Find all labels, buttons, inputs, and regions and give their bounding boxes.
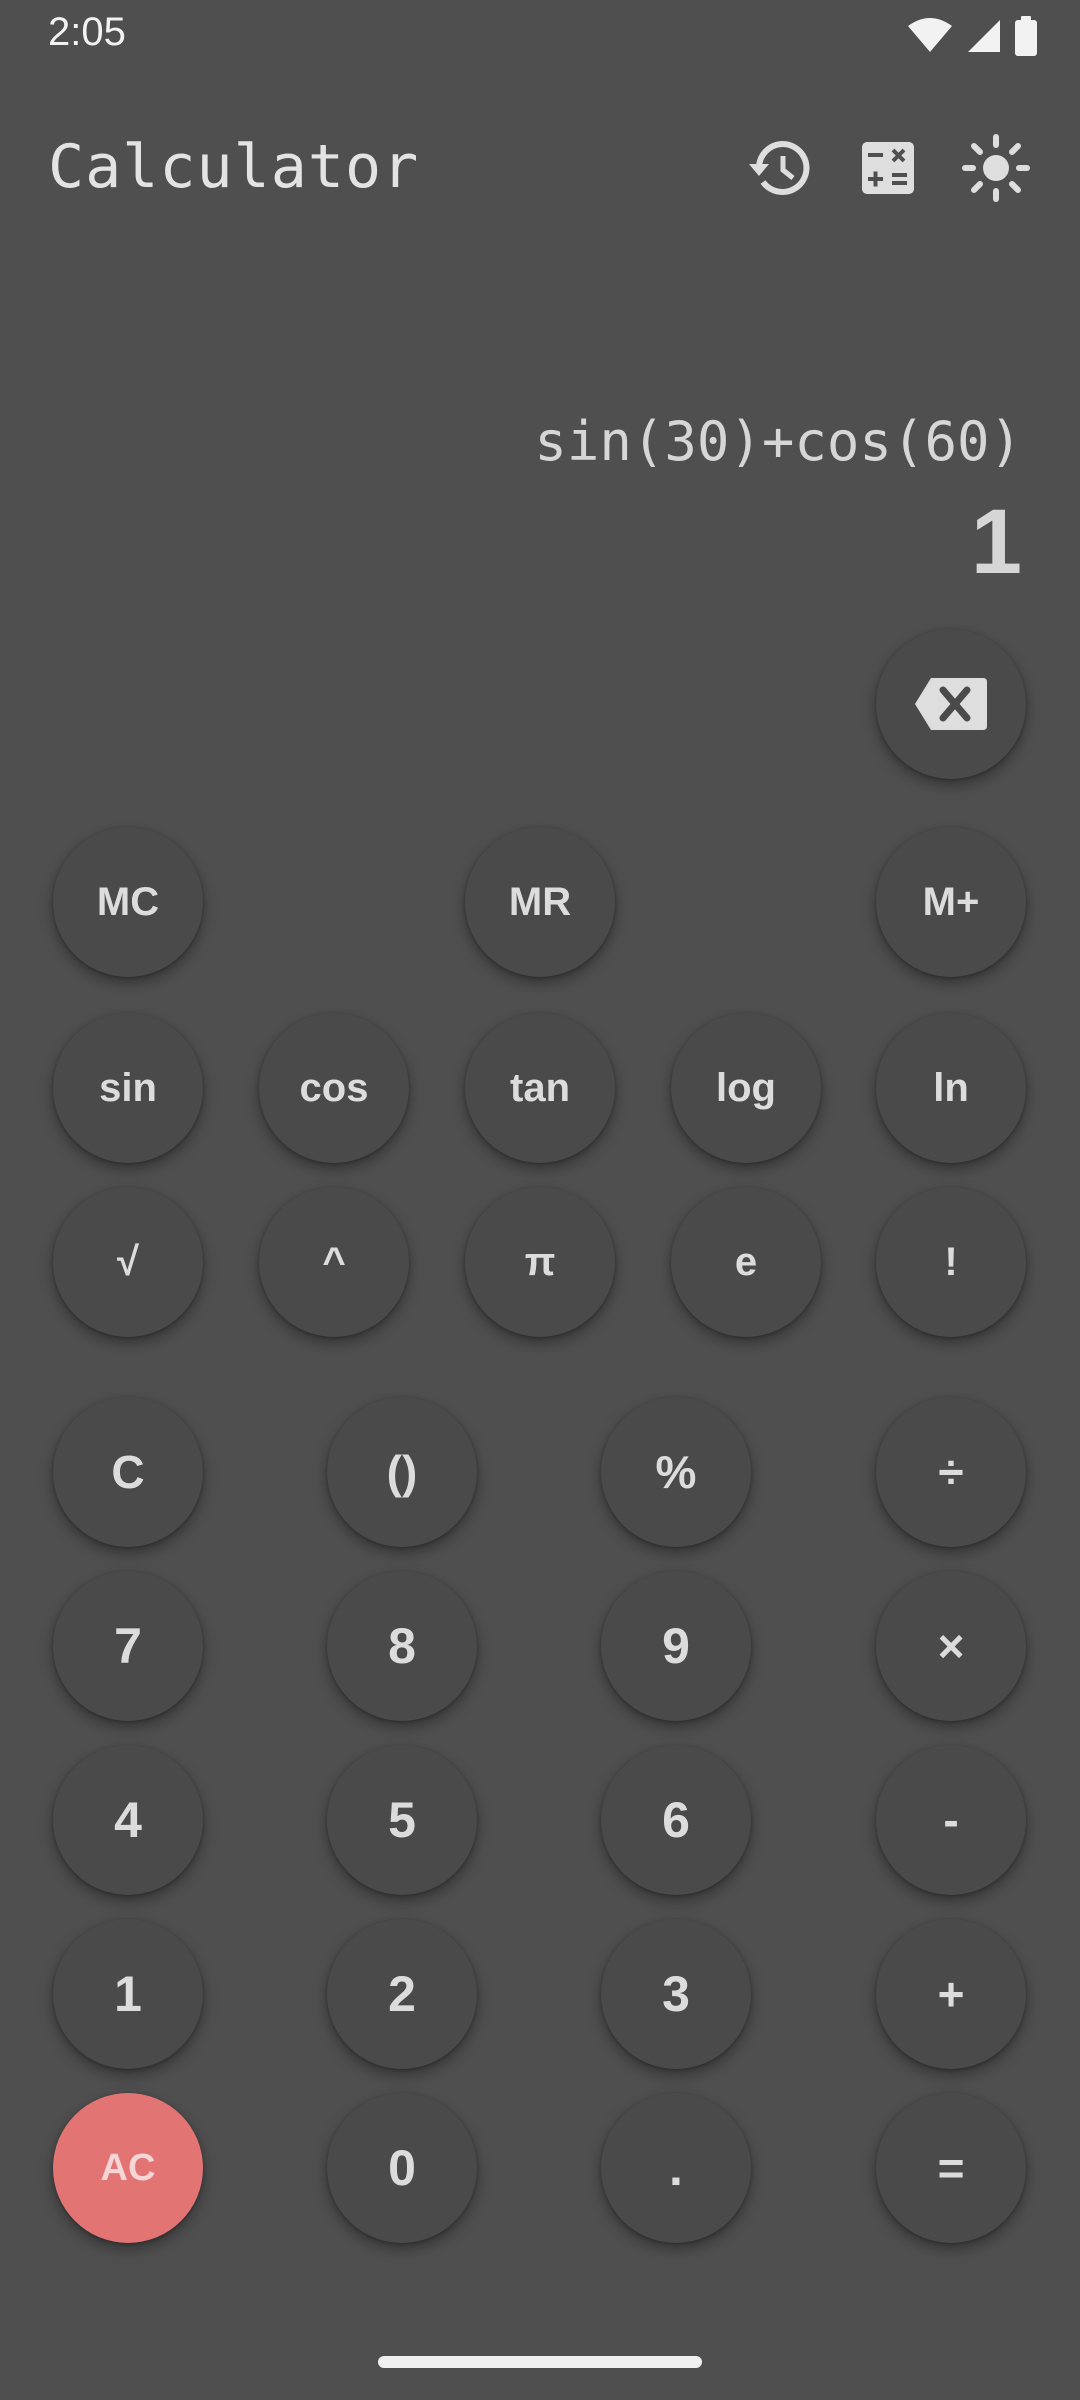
backspace-icon (915, 678, 987, 730)
history-icon[interactable] (742, 130, 818, 206)
pi-button[interactable]: π (465, 1187, 615, 1337)
status-icons (906, 14, 1038, 58)
sin-button[interactable]: sin (53, 1013, 203, 1163)
power-button[interactable]: ^ (259, 1187, 409, 1337)
equals-button[interactable]: = (876, 2093, 1026, 2243)
result-display: 1 (970, 491, 1022, 593)
cos-button[interactable]: cos (259, 1013, 409, 1163)
digit-1-button[interactable]: 1 (53, 1919, 203, 2069)
tan-button[interactable]: tan (465, 1013, 615, 1163)
sqrt-button[interactable]: √ (53, 1187, 203, 1337)
add-button[interactable]: + (876, 1919, 1026, 2069)
decimal-point-button[interactable]: . (601, 2093, 751, 2243)
wifi-icon (906, 18, 954, 54)
digit-7-button[interactable]: 7 (53, 1571, 203, 1721)
theme-toggle-icon[interactable] (958, 130, 1034, 206)
ln-button[interactable]: ln (876, 1013, 1026, 1163)
digit-5-button[interactable]: 5 (327, 1745, 477, 1895)
backspace-button[interactable] (876, 629, 1026, 779)
divide-button[interactable]: ÷ (876, 1397, 1026, 1547)
digit-0-button[interactable]: 0 (327, 2093, 477, 2243)
euler-button[interactable]: e (671, 1187, 821, 1337)
memory-clear-button[interactable]: MC (53, 827, 203, 977)
calculator-mode-icon[interactable] (850, 130, 926, 206)
log-button[interactable]: log (671, 1013, 821, 1163)
status-time: 2:05 (48, 10, 126, 54)
digit-2-button[interactable]: 2 (327, 1919, 477, 2069)
digit-6-button[interactable]: 6 (601, 1745, 751, 1895)
digit-3-button[interactable]: 3 (601, 1919, 751, 2069)
memory-recall-button[interactable]: MR (465, 827, 615, 977)
clear-button[interactable]: C (53, 1397, 203, 1547)
digit-4-button[interactable]: 4 (53, 1745, 203, 1895)
subtract-button[interactable]: - (876, 1745, 1026, 1895)
expression-display: sin(30)+cos(60) (534, 410, 1022, 473)
digit-9-button[interactable]: 9 (601, 1571, 751, 1721)
home-gesture-handle[interactable] (378, 2356, 702, 2368)
battery-icon (1014, 16, 1038, 56)
cell-signal-icon (966, 18, 1002, 54)
parentheses-button[interactable]: () (327, 1397, 477, 1547)
all-clear-button[interactable]: AC (53, 2093, 203, 2243)
factorial-button[interactable]: ! (876, 1187, 1026, 1337)
memory-add-button[interactable]: M+ (876, 827, 1026, 977)
multiply-button[interactable]: × (876, 1571, 1026, 1721)
percent-button[interactable]: % (601, 1397, 751, 1547)
digit-8-button[interactable]: 8 (327, 1571, 477, 1721)
app-title: Calculator (48, 132, 420, 202)
